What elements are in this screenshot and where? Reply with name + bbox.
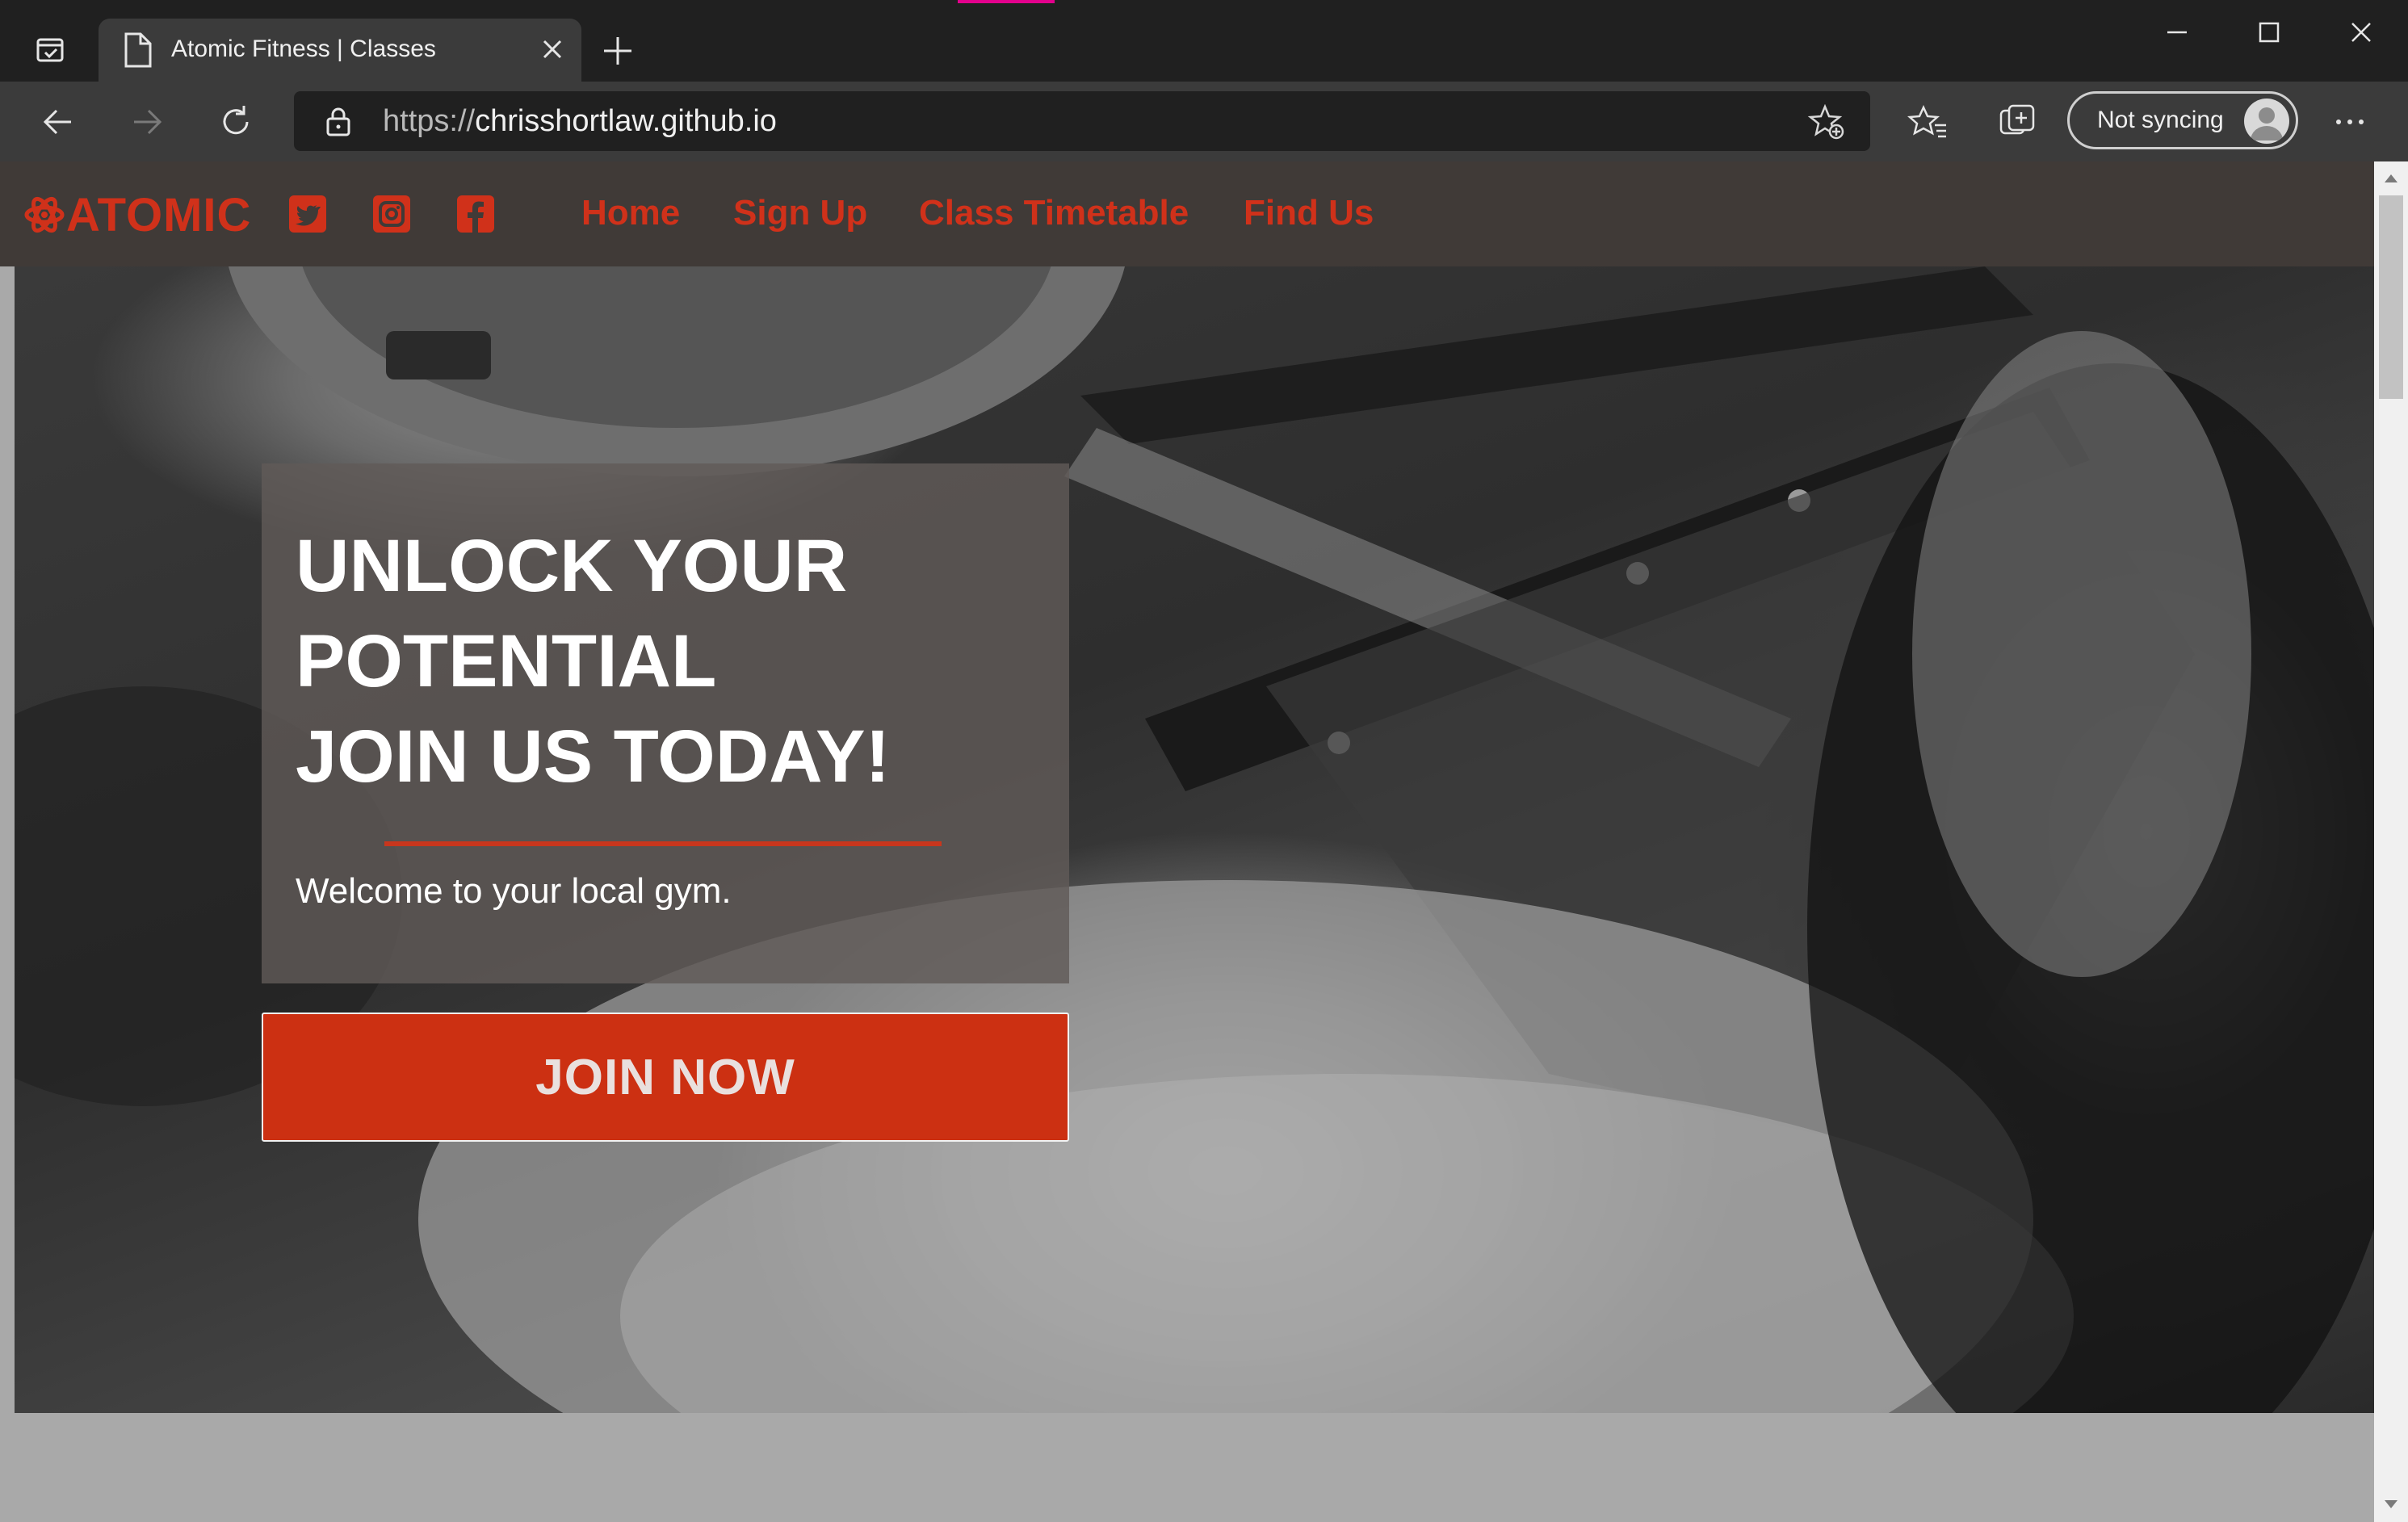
close-window-icon[interactable] [2337,15,2385,50]
back-icon[interactable] [37,101,79,143]
page-icon [124,32,152,68]
hero-section: UNLOCK YOUR POTENTIAL JOIN US TODAY! Wel… [15,266,2374,1413]
tab-actions-button[interactable] [24,24,76,76]
collections-icon[interactable] [1996,101,2038,143]
refresh-icon[interactable] [215,101,257,143]
favorites-icon[interactable] [1907,101,1949,143]
atom-logo-icon [24,196,65,233]
more-options-icon[interactable] [2329,101,2371,143]
hero-subtitle: Welcome to your local gym. [296,871,732,911]
user-avatar-icon [2251,107,2283,140]
instagram-icon[interactable] [371,194,412,234]
forward-icon[interactable] [126,101,168,143]
address-bar[interactable]: https://chrisshortlaw.github.io [294,91,1870,151]
new-tab-icon[interactable] [598,31,638,71]
hero-headline-line-3: JOIN US TODAY! [296,715,891,798]
maximize-icon[interactable] [2245,15,2293,50]
nav-link-class-timetable[interactable]: Class Timetable [919,189,1189,237]
logo-text: ATOMIC [66,188,252,241]
scroll-down-icon[interactable] [2374,1494,2408,1515]
site-logo[interactable]: ATOMIC [24,189,251,241]
twitter-icon[interactable] [287,194,328,234]
profile-sync-button[interactable]: Not syncing [2067,91,2298,149]
scrollbar-thumb[interactable] [2379,195,2403,399]
browser-tab-active[interactable]: Atomic Fitness | Classes [99,19,581,82]
nav-link-find-us[interactable]: Find Us [1244,189,1374,237]
page-scrollbar[interactable] [2374,161,2408,1522]
facebook-icon[interactable] [455,194,496,234]
join-now-button[interactable]: JOIN NOW [262,1013,1069,1142]
hero-headline-line-2: POTENTIAL [296,620,717,702]
nav-link-home[interactable]: Home [581,189,680,237]
url-text: https://chrisshortlaw.github.io [383,103,777,140]
hero-text-card: UNLOCK YOUR POTENTIAL JOIN US TODAY! Wel… [262,463,1069,983]
nav-link-sign-up[interactable]: Sign Up [733,189,867,237]
add-favorite-icon[interactable] [1807,103,1846,141]
hero-divider [384,841,942,846]
hero-headline-line-1: UNLOCK YOUR [296,525,848,607]
url-scheme: https:// [383,104,476,138]
avatar [2244,99,2289,144]
page-viewport: ATOMIC Home Sign Up Class Timetable Find… [0,161,2374,1522]
scroll-up-icon[interactable] [2374,168,2408,189]
sync-status-label: Not syncing [2097,107,2224,133]
window-accent-strip [958,0,1055,3]
site-navbar: ATOMIC Home Sign Up Class Timetable Find… [0,161,2374,266]
lock-icon [326,107,350,136]
minimize-icon[interactable] [2153,15,2201,50]
tab-actions-icon [36,38,64,62]
tab-title: Atomic Fitness | Classes [171,36,436,62]
tab-close-icon[interactable] [536,33,568,65]
browser-titlebar: Atomic Fitness | Classes [0,0,2408,82]
browser-toolbar: https://chrisshortlaw.github.io Not sync… [0,82,2408,161]
url-host: chrisshortlaw.github.io [475,104,777,138]
